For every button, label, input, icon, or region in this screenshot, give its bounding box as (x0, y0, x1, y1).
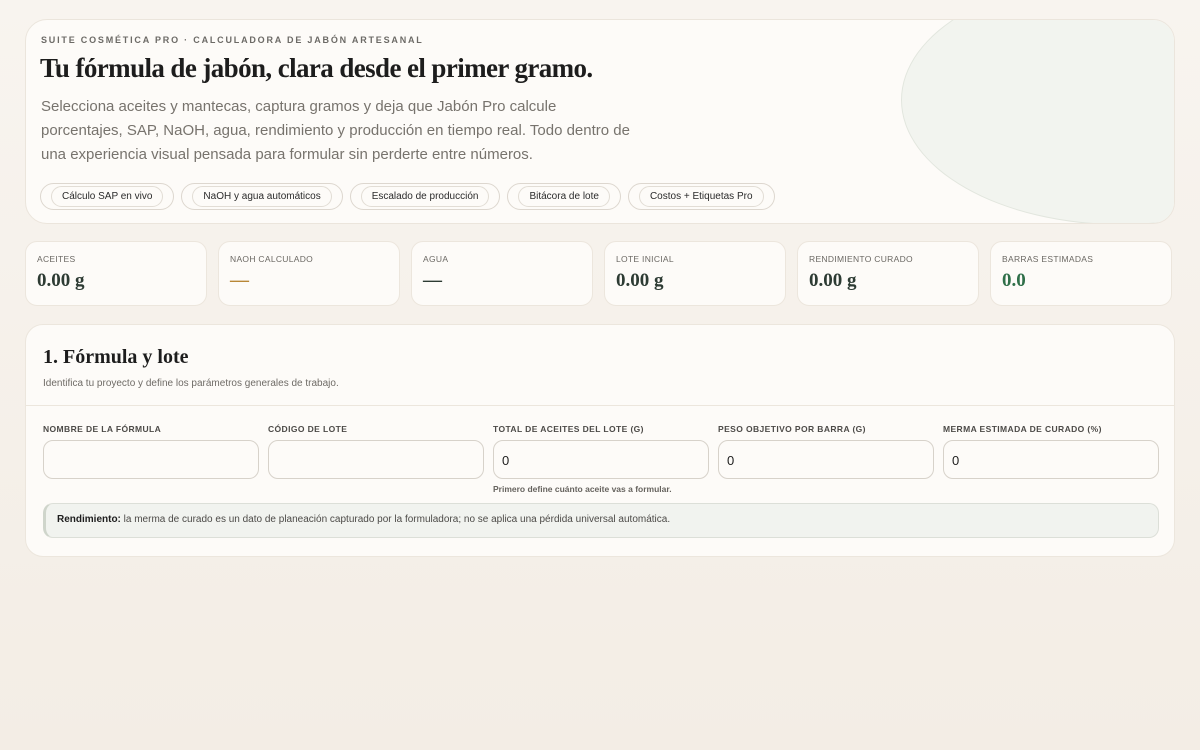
field-label: MERMA ESTIMADA DE CURADO (%) (943, 424, 1102, 434)
stat-label: ACEITES (37, 254, 76, 264)
stat-label: AGUA (423, 254, 449, 264)
hero-eyebrow: SUITE COSMÉTICA PRO · CALCULADORA DE JAB… (41, 35, 424, 45)
hero-title: Tu fórmula de jabón, clara desde el prim… (40, 53, 593, 83)
panel-title: 1. Fórmula y lote (43, 346, 189, 368)
field-codigo: CÓDIGO DE LOTE (268, 424, 484, 494)
chip-label: Cálculo SAP en vivo (51, 186, 164, 207)
stat-agua: AGUA — (411, 241, 593, 306)
peso-barra-input[interactable] (718, 440, 934, 479)
stat-label: RENDIMIENTO CURADO (809, 254, 913, 264)
merma-curado-input[interactable] (943, 440, 1159, 479)
field-help: Primero define cuánto aceite vas a formu… (493, 484, 672, 494)
divider (26, 405, 1174, 406)
chip-label: Bitácora de lote (518, 186, 610, 207)
chip-label: Escalado de producción (360, 186, 490, 207)
nombre-formula-input[interactable] (43, 440, 259, 479)
stat-label: LOTE INICIAL (616, 254, 674, 264)
callout-strong: Rendimiento: (57, 514, 121, 525)
stat-aceites: ACEITES 0.00 g (25, 241, 207, 306)
chip-bitacora[interactable]: Bitácora de lote (507, 183, 621, 210)
total-aceites-input[interactable] (493, 440, 709, 479)
stat-value: — (423, 270, 442, 291)
hero-decoration (901, 20, 1174, 223)
stat-label: NAOH CALCULADO (230, 254, 314, 264)
field-merma: MERMA ESTIMADA DE CURADO (%) (943, 424, 1159, 494)
stat-lote-inicial: LOTE INICIAL 0.00 g (604, 241, 786, 306)
field-label: CÓDIGO DE LOTE (268, 424, 348, 434)
hero-card: SUITE COSMÉTICA PRO · CALCULADORA DE JAB… (25, 19, 1175, 224)
chip-label: Costos + Etiquetas Pro (638, 186, 764, 207)
chip-sap[interactable]: Cálculo SAP en vivo (40, 183, 175, 210)
field-nombre: NOMBRE DE LA FÓRMULA (43, 424, 259, 494)
field-total-aceites: TOTAL DE ACEITES DEL LOTE (G) Primero de… (493, 424, 709, 494)
stat-value: 0.00 g (809, 270, 857, 291)
field-label: NOMBRE DE LA FÓRMULA (43, 424, 162, 434)
stat-value: — (230, 270, 249, 291)
stat-label: BARRAS ESTIMADAS (1002, 254, 1094, 264)
rendimiento-callout: Rendimiento: la merma de curado es un da… (43, 503, 1159, 538)
stats-row: ACEITES 0.00 g NAOH CALCULADO — AGUA — L… (25, 241, 1172, 306)
field-label: TOTAL DE ACEITES DEL LOTE (G) (493, 424, 644, 434)
panel-subtitle: Identifica tu proyecto y define los pará… (43, 378, 339, 389)
callout-text: la merma de curado es un dato de planeac… (120, 514, 671, 525)
stat-naoh: NAOH CALCULADO — (218, 241, 400, 306)
stat-rendimiento: RENDIMIENTO CURADO 0.00 g (797, 241, 979, 306)
feature-chips: Cálculo SAP en vivo NaOH y agua automáti… (40, 183, 775, 210)
codigo-lote-input[interactable] (268, 440, 484, 479)
formula-panel: 1. Fórmula y lote Identifica tu proyecto… (25, 324, 1175, 557)
stat-value: 0.0 (1002, 270, 1026, 291)
stat-value: 0.00 g (616, 270, 664, 291)
chip-label: NaOH y agua automáticos (192, 186, 332, 207)
chip-naoh[interactable]: NaOH y agua automáticos (181, 183, 343, 210)
fields-row: NOMBRE DE LA FÓRMULA CÓDIGO DE LOTE TOTA… (43, 424, 1159, 494)
chip-escalado[interactable]: Escalado de producción (349, 183, 501, 210)
chip-costos[interactable]: Costos + Etiquetas Pro (627, 183, 775, 210)
field-peso-barra: PESO OBJETIVO POR BARRA (G) (718, 424, 934, 494)
stat-value: 0.00 g (37, 270, 85, 291)
hero-description: Selecciona aceites y mantecas, captura g… (41, 98, 630, 163)
stat-barras: BARRAS ESTIMADAS 0.0 (990, 241, 1172, 306)
field-label: PESO OBJETIVO POR BARRA (G) (718, 424, 866, 434)
